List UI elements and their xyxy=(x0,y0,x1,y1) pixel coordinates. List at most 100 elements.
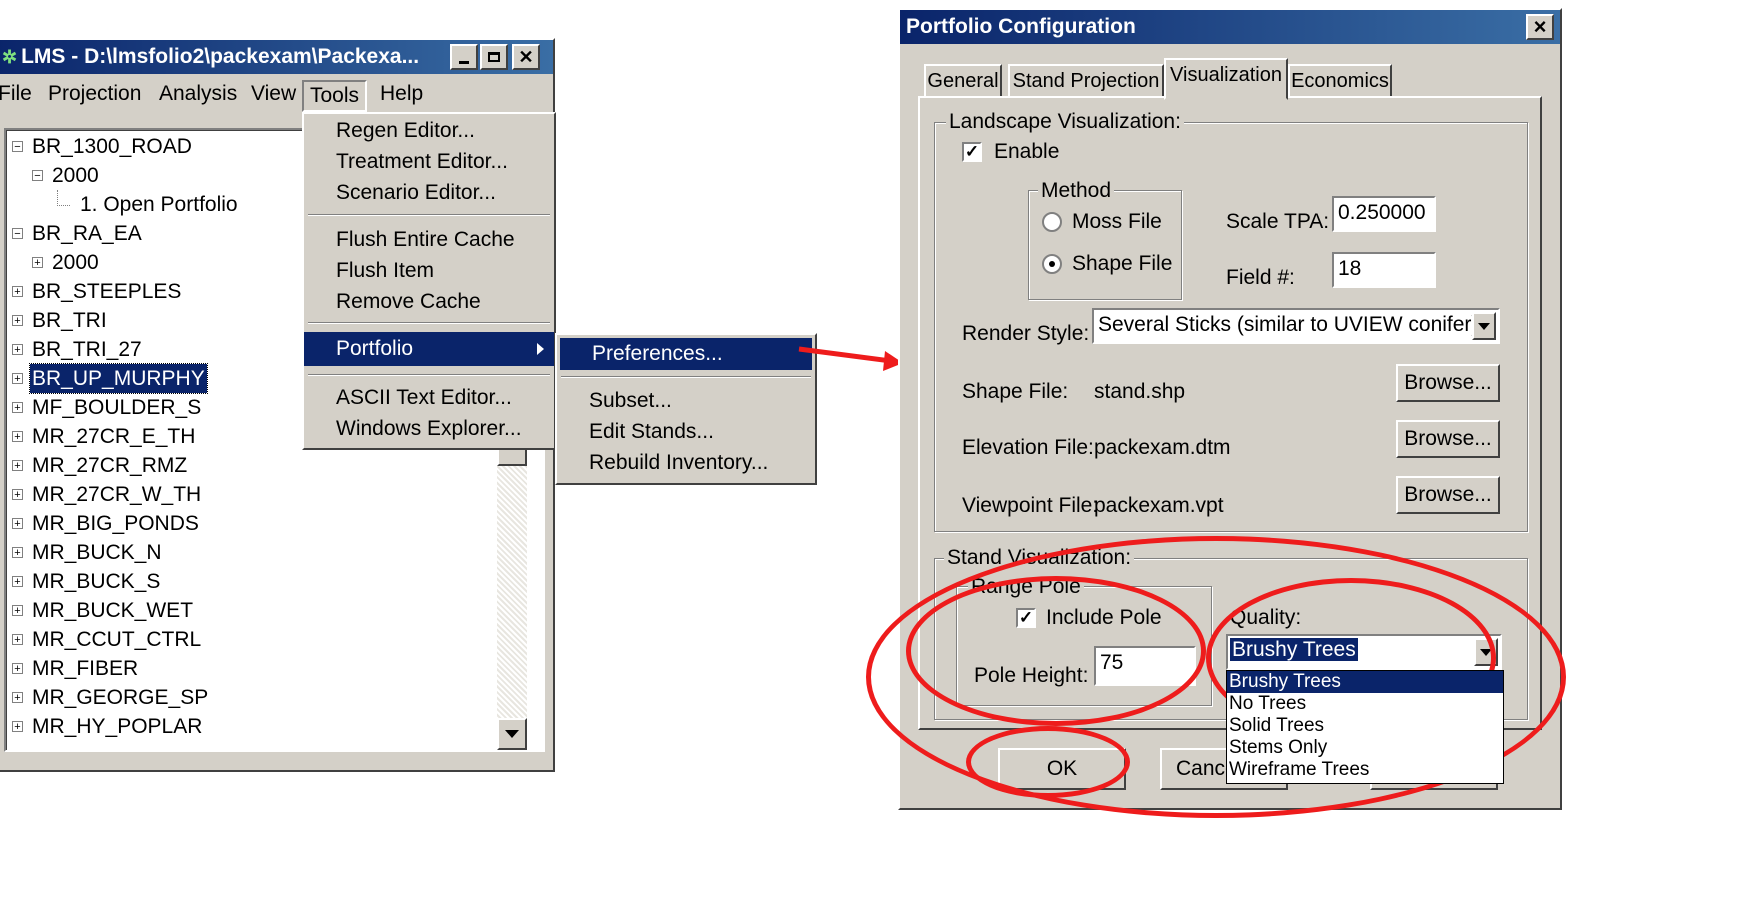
render-style-dropdown-button[interactable] xyxy=(1472,312,1496,340)
pole-height-input[interactable]: 75 xyxy=(1094,646,1196,686)
shape-file-value: stand.shp xyxy=(1094,380,1186,403)
tree-item[interactable]: + MR_BUCK_WET xyxy=(6,596,492,625)
tree-item[interactable]: + MR_GEORGE_SP xyxy=(6,683,492,712)
expand-icon[interactable]: + xyxy=(12,721,23,733)
browse-viewpoint-button[interactable]: Browse... xyxy=(1396,476,1500,514)
quality-option[interactable]: Solid Trees xyxy=(1227,715,1503,737)
dialog-close-button[interactable]: × xyxy=(1526,14,1554,40)
enable-checkbox[interactable]: ✓ xyxy=(962,142,982,162)
expand-icon[interactable]: + xyxy=(12,634,23,646)
tree-item-label: 1. Open Portfolio xyxy=(80,193,238,216)
menu-item-regen-editor[interactable]: Regen Editor... xyxy=(304,116,554,146)
render-style-value: Several Sticks (similar to UVIEW conifer… xyxy=(1098,313,1479,336)
expand-icon[interactable]: + xyxy=(12,402,23,414)
scroll-down-icon xyxy=(505,730,519,738)
menu-item-remove-cache[interactable]: Remove Cache xyxy=(304,287,554,317)
expand-icon[interactable]: + xyxy=(12,605,23,617)
scale-tpa-input[interactable]: 0.250000 xyxy=(1332,196,1436,232)
expand-icon[interactable]: + xyxy=(12,576,23,588)
expand-icon[interactable]: + xyxy=(12,344,23,356)
lms-window-title: LMS - D:\lmsfolio2\packexam\Packexa... xyxy=(21,45,420,68)
range-pole-legend: Range Pole xyxy=(968,576,1084,598)
chevron-down-icon xyxy=(1480,648,1492,656)
dialog-titlebar[interactable]: Portfolio Configuration xyxy=(900,10,1560,44)
menu-projection[interactable]: Projection xyxy=(48,82,141,106)
tab-stand-projection[interactable]: Stand Projection xyxy=(1008,64,1164,98)
tree-item-label: MR_27CR_W_TH xyxy=(32,483,202,506)
moss-file-radio[interactable] xyxy=(1042,212,1062,232)
quality-option[interactable]: Stems Only xyxy=(1227,737,1503,759)
expand-icon[interactable]: + xyxy=(12,692,23,704)
tree-item[interactable]: + MR_BUCK_N xyxy=(6,538,492,567)
quality-option[interactable]: Brushy Trees xyxy=(1227,671,1503,693)
shape-file-radio[interactable] xyxy=(1042,254,1062,274)
field-number-label: Field #: xyxy=(1226,266,1295,289)
menu-item-portfolio[interactable]: Portfolio xyxy=(304,332,554,366)
menu-analysis[interactable]: Analysis xyxy=(159,82,237,106)
menu-item-subset[interactable]: Subset... xyxy=(557,386,815,416)
minimize-button[interactable] xyxy=(450,44,478,70)
viewpoint-file-value: packexam.vpt xyxy=(1094,494,1224,517)
minimize-icon xyxy=(459,60,469,64)
field-number-input[interactable]: 18 xyxy=(1332,252,1436,288)
tree-item[interactable]: + MR_FIBER xyxy=(6,654,492,683)
portfolio-config-dialog: Portfolio Configuration × General Stand … xyxy=(898,8,1562,810)
ok-button[interactable]: OK xyxy=(998,748,1126,790)
stand-legend: Stand Visualization: xyxy=(944,547,1135,569)
maximize-button[interactable] xyxy=(480,44,508,70)
menu-item-treatment-editor[interactable]: Treatment Editor... xyxy=(304,147,554,177)
expand-icon[interactable]: + xyxy=(12,431,23,443)
tab-strip: General Stand Projection Visualization E… xyxy=(918,58,1398,100)
render-style-select[interactable]: Several Sticks (similar to UVIEW conifer… xyxy=(1092,308,1500,344)
quality-option[interactable]: Wireframe Trees xyxy=(1227,759,1503,781)
menu-help[interactable]: Help xyxy=(380,82,423,106)
quality-dropdown-button[interactable] xyxy=(1474,638,1498,666)
menu-item-scenario-editor[interactable]: Scenario Editor... xyxy=(304,178,554,208)
close-button[interactable]: ✕ xyxy=(512,44,540,70)
expand-icon[interactable]: + xyxy=(12,315,23,327)
menu-item-preferences[interactable]: Preferences... xyxy=(560,338,812,370)
menu-item-ascii-editor[interactable]: ASCII Text Editor... xyxy=(304,383,554,413)
tree-scroll-down[interactable] xyxy=(497,718,527,750)
menu-item-rebuild-inventory[interactable]: Rebuild Inventory... xyxy=(557,448,815,478)
quality-select[interactable]: Brushy Trees xyxy=(1226,634,1502,670)
expand-icon[interactable]: + xyxy=(12,547,23,559)
tab-visualization[interactable]: Visualization xyxy=(1164,58,1288,100)
menu-tools[interactable]: Tools xyxy=(302,80,368,112)
quality-option[interactable]: No Trees xyxy=(1227,693,1503,715)
collapse-icon[interactable]: − xyxy=(32,170,43,182)
menu-view[interactable]: View xyxy=(251,82,296,106)
expand-icon[interactable]: + xyxy=(32,257,43,269)
submenu-arrow-icon xyxy=(537,343,544,355)
expand-icon[interactable]: + xyxy=(12,460,23,472)
collapse-icon[interactable]: − xyxy=(12,141,23,153)
quality-dropdown-list: Brushy Trees No Trees Solid Trees Stems … xyxy=(1226,670,1504,784)
menu-item-edit-stands[interactable]: Edit Stands... xyxy=(557,417,815,447)
expand-icon[interactable]: + xyxy=(12,489,23,501)
tree-item-label: BR_TRI xyxy=(32,309,107,332)
tab-economics[interactable]: Economics xyxy=(1288,64,1392,98)
ok-label: OK xyxy=(1046,757,1078,780)
menu-item-flush-cache[interactable]: Flush Entire Cache xyxy=(304,225,554,255)
portfolio-submenu: Preferences... Subset... Edit Stands... … xyxy=(555,333,817,485)
tree-item[interactable]: + MR_27CR_RMZ xyxy=(6,451,492,480)
menu-item-windows-explorer[interactable]: Windows Explorer... xyxy=(304,414,554,444)
browse-label: Browse... xyxy=(1404,483,1492,506)
tab-general[interactable]: General xyxy=(924,64,1002,98)
include-pole-checkbox[interactable]: ✓ xyxy=(1016,608,1036,628)
expand-icon[interactable]: + xyxy=(12,373,23,385)
expand-icon[interactable]: + xyxy=(12,518,23,530)
menu-separator xyxy=(561,376,811,378)
menu-file[interactable]: File xyxy=(0,82,32,106)
tree-item[interactable]: + MR_BUCK_S xyxy=(6,567,492,596)
tree-item[interactable]: + MR_CCUT_CTRL xyxy=(6,625,492,654)
expand-icon[interactable]: + xyxy=(12,663,23,675)
tree-item[interactable]: + MR_BIG_PONDS xyxy=(6,509,492,538)
tree-item[interactable]: + MR_27CR_W_TH xyxy=(6,480,492,509)
expand-icon[interactable]: + xyxy=(12,286,23,298)
menu-item-flush-item[interactable]: Flush Item xyxy=(304,256,554,286)
tree-item[interactable]: + MR_HY_POPLAR xyxy=(6,712,492,741)
browse-elevation-button[interactable]: Browse... xyxy=(1396,420,1500,458)
browse-shape-button[interactable]: Browse... xyxy=(1396,364,1500,402)
collapse-icon[interactable]: − xyxy=(12,228,23,240)
